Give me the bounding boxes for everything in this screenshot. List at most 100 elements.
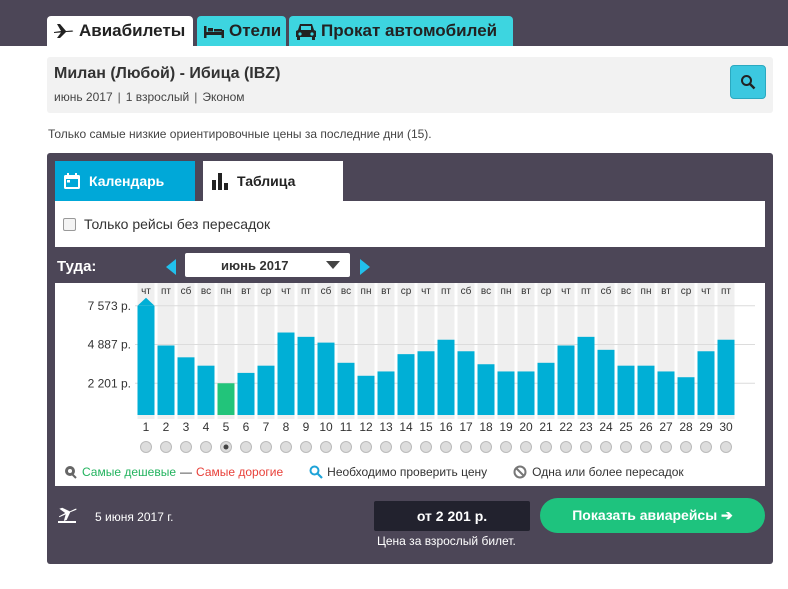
weekday-label: пт <box>301 286 311 297</box>
month-select[interactable]: июнь 2017 <box>185 253 350 277</box>
tab-car-rental[interactable]: Прокат автомобилей <box>289 16 513 46</box>
price-bar[interactable] <box>197 365 215 415</box>
separator: | <box>194 90 198 104</box>
tab-flights[interactable]: Авиабилеты <box>47 16 193 46</box>
selected-date: 5 июня 2017 г. <box>95 510 174 524</box>
tab-car-rental-label: Прокат автомобилей <box>321 21 498 40</box>
day-label: 10 <box>319 420 333 434</box>
price-bar[interactable] <box>317 342 335 415</box>
search-button[interactable] <box>730 65 766 99</box>
day-label: 5 <box>223 420 230 434</box>
price-chart-svg: 7 573 р. 4 887 р. 2 201 р. чт 1 пт 2 сб 3 вс 4 пн 5 в… <box>88 283 755 453</box>
price-bar[interactable] <box>297 336 315 415</box>
date-radio[interactable] <box>360 441 372 453</box>
day-label: 20 <box>519 420 533 434</box>
date-radio[interactable] <box>280 441 292 453</box>
date-radio[interactable] <box>420 441 432 453</box>
show-flights-button[interactable]: Показать авиарейсы ➔ <box>540 498 765 533</box>
price-bar[interactable] <box>597 349 615 415</box>
date-radio[interactable] <box>260 441 272 453</box>
price-bar[interactable] <box>137 305 155 415</box>
date-radio[interactable] <box>700 441 712 453</box>
date-radio[interactable] <box>340 441 352 453</box>
weekday-label: ср <box>261 286 272 297</box>
weekday-label: чт <box>561 286 571 297</box>
next-month-arrow[interactable] <box>360 259 370 275</box>
date-radio[interactable] <box>640 441 652 453</box>
search-month: июнь 2017 <box>54 90 113 104</box>
date-radio[interactable] <box>160 441 172 453</box>
tab-calendar[interactable]: Календарь <box>55 161 195 201</box>
y-tick-label: 2 201 р. <box>88 376 131 390</box>
date-radio[interactable] <box>300 441 312 453</box>
date-radio[interactable] <box>540 441 552 453</box>
date-radio[interactable] <box>440 441 452 453</box>
weekday-label: пт <box>441 286 451 297</box>
date-radio[interactable] <box>560 441 572 453</box>
price-bar[interactable] <box>277 332 295 415</box>
bar-chart-icon <box>212 173 228 190</box>
price-bar[interactable] <box>477 364 495 415</box>
day-label: 16 <box>439 420 453 434</box>
price-bar[interactable] <box>457 351 475 415</box>
weekday-label: вс <box>621 286 631 297</box>
y-tick-label: 4 887 р. <box>88 338 131 352</box>
day-label: 25 <box>619 420 633 434</box>
prev-month-arrow[interactable] <box>166 259 176 275</box>
day-label: 3 <box>183 420 190 434</box>
price-bar[interactable] <box>217 383 235 415</box>
date-radio[interactable] <box>620 441 632 453</box>
date-radio[interactable] <box>380 441 392 453</box>
price-bar[interactable] <box>557 345 575 415</box>
date-radio[interactable] <box>600 441 612 453</box>
price-bar[interactable] <box>497 371 515 415</box>
direct-only-label: Только рейсы без пересадок <box>84 216 271 232</box>
date-radio[interactable] <box>320 441 332 453</box>
date-radio-selected-dot[interactable] <box>223 444 229 450</box>
price-bar[interactable] <box>537 362 555 415</box>
price-bar[interactable] <box>677 377 695 415</box>
date-radio[interactable] <box>680 441 692 453</box>
price-bar[interactable] <box>357 375 375 415</box>
date-radio[interactable] <box>180 441 192 453</box>
price-bar[interactable] <box>397 354 415 415</box>
price-bar[interactable] <box>437 339 455 415</box>
price-bar[interactable] <box>417 351 435 415</box>
price-bar[interactable] <box>637 365 655 415</box>
date-radio[interactable] <box>400 441 412 453</box>
price-bar[interactable] <box>237 372 255 415</box>
weekday-label: сб <box>321 285 332 297</box>
date-radio[interactable] <box>580 441 592 453</box>
price-bar[interactable] <box>657 371 675 415</box>
price-bar[interactable] <box>177 357 195 415</box>
date-radio[interactable] <box>240 441 252 453</box>
date-radio[interactable] <box>140 441 152 453</box>
date-radio[interactable] <box>720 441 732 453</box>
date-radio[interactable] <box>460 441 472 453</box>
day-label: 29 <box>699 420 713 434</box>
price-bar[interactable] <box>517 371 535 415</box>
date-radio[interactable] <box>480 441 492 453</box>
tab-hotels[interactable]: Отели <box>197 16 286 46</box>
price-bar[interactable] <box>377 371 395 415</box>
price-bar[interactable] <box>697 351 715 415</box>
tab-table[interactable]: Таблица <box>203 161 343 201</box>
price-bar[interactable] <box>257 365 275 415</box>
weekday-label: вт <box>381 286 391 297</box>
direction-row: Туда: июнь 2017 <box>55 251 765 283</box>
date-radio[interactable] <box>660 441 672 453</box>
weekday-label: чт <box>141 286 151 297</box>
price-bar[interactable] <box>717 339 735 415</box>
weekday-label: сб <box>601 285 612 297</box>
date-radio[interactable] <box>500 441 512 453</box>
legend-cheapest: Самые дешевые <box>82 465 177 479</box>
day-label: 12 <box>359 420 373 434</box>
direct-only-checkbox[interactable] <box>63 217 76 231</box>
price-bar[interactable] <box>157 345 175 415</box>
date-radio[interactable] <box>520 441 532 453</box>
price-bar[interactable] <box>577 336 595 415</box>
price-bar[interactable] <box>337 362 355 415</box>
price-bar[interactable] <box>617 365 635 415</box>
date-radio[interactable] <box>200 441 212 453</box>
weekday-label: пн <box>501 286 512 297</box>
